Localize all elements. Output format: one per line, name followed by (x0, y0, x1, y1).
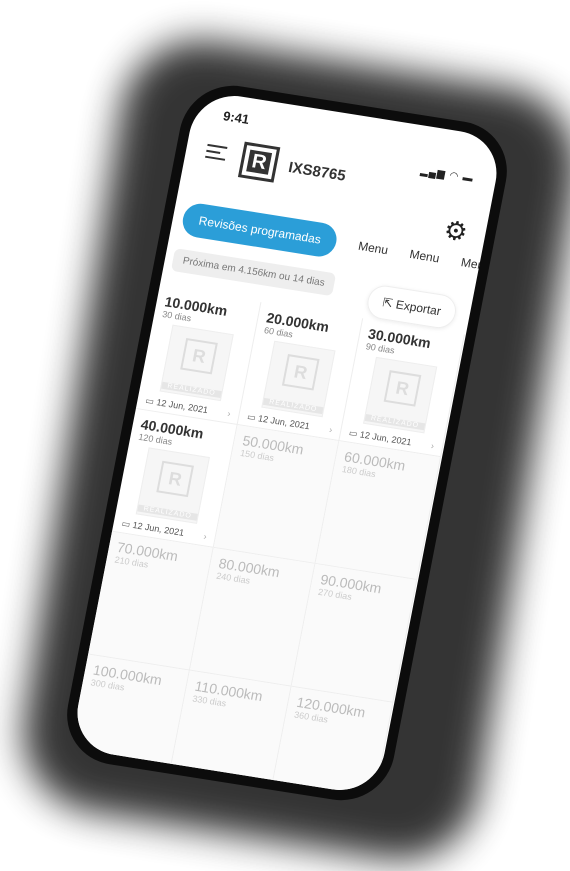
logo: R (237, 141, 281, 183)
tab-revisoes[interactable]: Revisões programadas (179, 201, 340, 259)
stamp-label: REALIZADO (364, 413, 426, 431)
stamp-logo: R (281, 354, 320, 391)
revision-card[interactable]: 60.000km 180 dias (315, 441, 442, 581)
done-stamp: R REALIZADO (261, 340, 336, 418)
chevron-right-icon[interactable]: › (328, 425, 333, 435)
tab-menu-1[interactable]: Menu (357, 239, 389, 257)
chevron-right-icon[interactable]: › (203, 531, 208, 541)
chevron-right-icon[interactable]: › (430, 441, 435, 451)
status-icons: ▂▄▆ ◠ ▬ (419, 165, 475, 185)
stamp-logo: R (383, 370, 422, 407)
calendar-icon: ▭ (120, 518, 132, 530)
stamp-logo: R (156, 460, 195, 498)
done-stamp: R REALIZADO (159, 324, 234, 402)
tab-menu-3[interactable]: Menu (460, 255, 492, 273)
tab-menu-2[interactable]: Menu (408, 247, 440, 265)
stamp-label: REALIZADO (137, 504, 198, 521)
calendar-icon: ▭ (246, 411, 257, 423)
done-stamp: R REALIZADO (363, 356, 438, 434)
stamp-label: REALIZADO (161, 381, 222, 399)
export-label: Exportar (394, 297, 443, 319)
revision-card[interactable]: 30.000km 90 dias R REALIZADO ▭ 12 Jun, 2021… (339, 318, 465, 458)
stamp-logo: R (180, 337, 218, 375)
export-icon: ⇱ (381, 295, 395, 311)
revision-card[interactable]: 90.000km 270 dias (291, 563, 418, 703)
stamp-label: REALIZADO (262, 397, 324, 415)
chevron-right-icon[interactable]: › (227, 408, 232, 418)
status-time: 9:41 (221, 108, 251, 127)
calendar-icon: ▭ (144, 395, 155, 407)
menu-icon[interactable] (204, 140, 228, 165)
calendar-icon: ▭ (348, 427, 359, 439)
done-stamp: R REALIZADO (135, 447, 210, 524)
vehicle-plate: IXS8765 (287, 159, 348, 185)
